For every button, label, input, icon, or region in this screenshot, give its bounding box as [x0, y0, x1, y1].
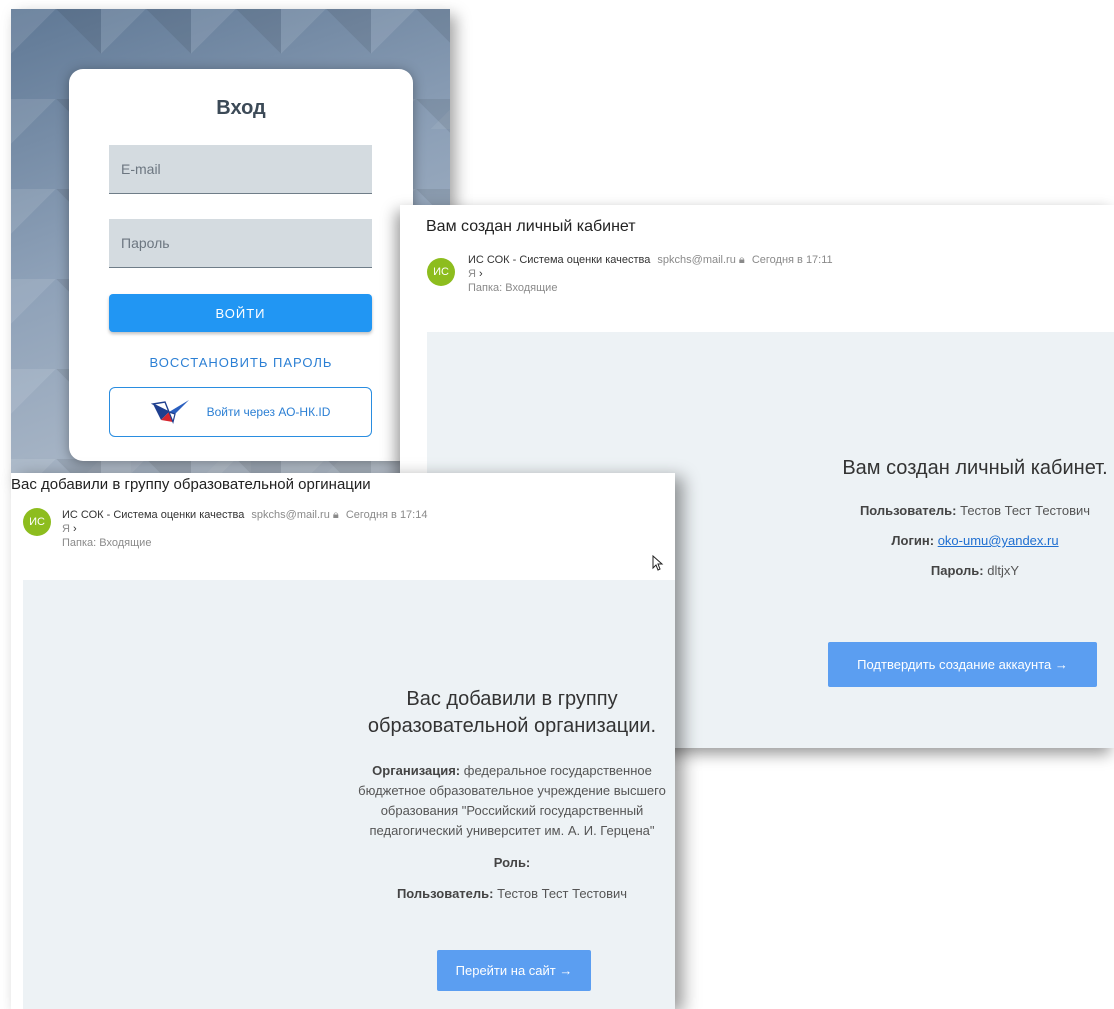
sender-name[interactable]: ИС СОК - Система оценки качества — [468, 254, 650, 266]
lock-icon: 🔒︎ — [738, 254, 745, 266]
restore-password-link[interactable]: ВОССТАНОВИТЬ ПАРОЛЬ — [69, 355, 413, 370]
heading-line-2: образовательной организации. — [367, 715, 657, 737]
user-line: Пользователь: Тестов Тест Тестович — [357, 886, 667, 901]
organization-block: Организация: федеральное государственное… — [357, 761, 667, 841]
email-date: Сегодня в 17:11 — [751, 254, 833, 266]
email-body: Вас добавили в группу образовательной ор… — [23, 580, 675, 1009]
sso-label: Войти через АО-НК.ID — [206, 405, 331, 419]
password-field[interactable]: Пароль — [109, 219, 372, 268]
email-added-to-group: Вас добавили в группу образовательной ор… — [11, 473, 675, 1009]
email-heading: Вам создан личный кабинет. — [842, 457, 1108, 479]
email-field[interactable]: E-mail — [109, 145, 372, 194]
lock-icon: 🔒︎ — [332, 509, 339, 521]
email-date: Сегодня в 17:14 — [345, 509, 428, 521]
password-line: Пароль: dltjxY — [800, 563, 1114, 578]
recipient[interactable]: Я — [62, 523, 70, 535]
password-label: Пароль: — [930, 563, 984, 578]
password-placeholder: Пароль — [121, 235, 170, 251]
login-button[interactable]: ВОЙТИ — [109, 294, 372, 332]
confirm-account-button[interactable]: Подтвердить создание аккаунта → — [828, 642, 1097, 687]
user-value: Тестов Тест Тестович — [960, 503, 1091, 518]
user-line: Пользователь: Тестов Тест Тестович — [800, 503, 1114, 518]
role-line: Роль: — [357, 855, 667, 870]
login-card: Вход E-mail Пароль ВОЙТИ ВОССТАНОВИТЬ ПА… — [69, 69, 413, 461]
bird-logo-icon — [150, 398, 191, 427]
email-placeholder: E-mail — [121, 161, 161, 177]
sender-address[interactable]: spkchs@mail.ru — [251, 509, 329, 521]
organization-line-1: федеральное государственное — [463, 763, 652, 778]
email-meta: ИС СОК - Система оценки качества spkchs@… — [62, 508, 427, 550]
go-to-site-button[interactable]: Перейти на сайт → — [437, 950, 591, 991]
recipient[interactable]: Я — [468, 268, 476, 280]
login-title: Вход — [216, 97, 266, 119]
folder-name[interactable]: Входящие — [99, 537, 151, 549]
email-heading: Вас добавили в группу образовательной ор… — [357, 686, 667, 740]
organization-label: Организация: — [372, 763, 461, 778]
organization-line-2: бюджетное образовательное учреждение выс… — [358, 783, 666, 798]
login-background: Вход E-mail Пароль ВОЙТИ ВОССТАНОВИТЬ ПА… — [11, 9, 450, 479]
chevron-right-icon[interactable]: › — [73, 523, 77, 535]
password-value: dltjxY — [987, 563, 1020, 578]
user-value: Тестов Тест Тестович — [497, 886, 628, 901]
chevron-right-icon[interactable]: › — [479, 268, 483, 280]
email-meta: ИС СОК - Система оценки качества spkchs@… — [468, 253, 833, 295]
organization-line-4: педагогический университет им. А. И. Гер… — [369, 823, 655, 838]
heading-line-1: Вас добавили в группу — [406, 688, 618, 710]
email-subject: Вас добавили в группу образовательной ор… — [11, 476, 371, 493]
avatar: ИС — [427, 258, 455, 286]
login-value-link[interactable]: oko-umu@yandex.ru — [938, 533, 1059, 548]
folder-name[interactable]: Входящие — [505, 282, 557, 294]
organization-line-3: образования "Российский государственный — [380, 803, 644, 818]
email-content: Вас добавили в группу образовательной ор… — [357, 686, 667, 901]
user-label: Пользователь: — [396, 886, 494, 901]
email-subject: Вам создан личный кабинет — [426, 218, 636, 235]
folder-label: Папка: — [468, 282, 503, 294]
sender-name[interactable]: ИС СОК - Система оценки качества — [62, 509, 244, 521]
login-label: Логин: — [891, 533, 935, 548]
folder-label: Папка: — [62, 537, 97, 549]
sso-login-button[interactable]: Войти через АО-НК.ID — [109, 387, 372, 437]
sender-address[interactable]: spkchs@mail.ru — [657, 254, 735, 266]
avatar: ИС — [23, 508, 51, 536]
mouse-cursor-icon — [652, 555, 664, 571]
user-label: Пользователь: — [859, 503, 957, 518]
role-label: Роль: — [493, 855, 531, 870]
login-line: Логин: oko-umu@yandex.ru — [800, 533, 1114, 548]
email-content: Вам создан личный кабинет. Пользователь:… — [800, 457, 1114, 578]
